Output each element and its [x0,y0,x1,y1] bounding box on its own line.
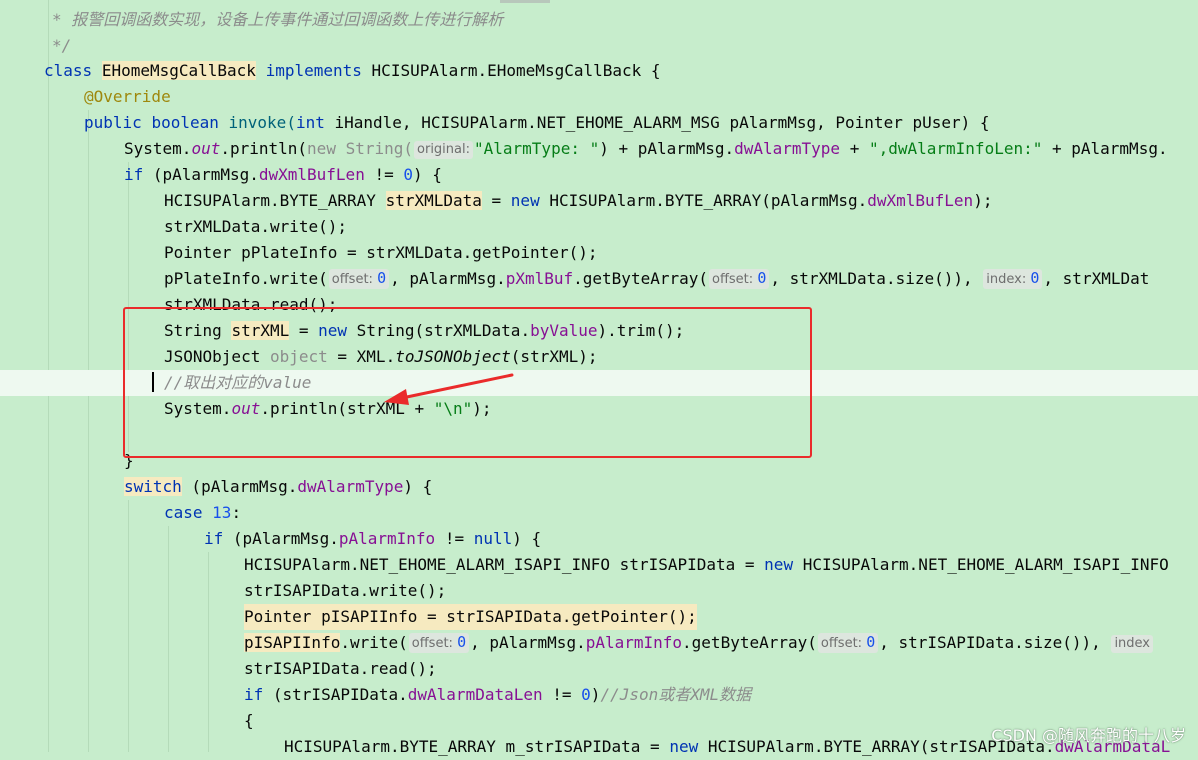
red-arrow-annotation [384,373,514,405]
parameter-hint: offset: 0 [328,269,390,289]
code-line[interactable]: strISAPIData.read(); [0,656,1198,682]
parameter-hint: offset: 0 [709,269,770,289]
code-line[interactable]: HCISUPAlarm.NET_EHOME_ALARM_ISAPI_INFO s… [0,552,1198,578]
code-line[interactable]: if (strISAPIData.dwAlarmDataLen != 0)//J… [0,682,1198,708]
code-line[interactable]: pISAPIInfo.write(offset: 0, pAlarmMsg.pA… [0,630,1198,656]
code-line[interactable]: strXMLData.write(); [0,214,1198,240]
code-line[interactable]: * 报警回调函数实现，设备上传事件通过回调函数上传进行解析 [0,7,1198,33]
code-line[interactable]: pPlateInfo.write(offset: 0, pAlarmMsg.pX… [0,266,1198,292]
code-line[interactable]: Pointer pPlateInfo = strXMLData.getPoint… [0,240,1198,266]
comment: */ [52,36,72,55]
class-name: EHomeMsgCallBack [101,61,256,80]
annotation: @Override [84,87,171,106]
code-line[interactable]: @Override [0,84,1198,110]
code-line[interactable]: class EHomeMsgCallBack implements HCISUP… [0,58,1198,84]
parameter-hint: original: [414,141,473,159]
code-line[interactable]: strISAPIData.write(); [0,578,1198,604]
watermark: CSDN @随风奔跑的十八岁 [991,726,1186,745]
code-line[interactable]: public boolean invoke(int iHandle, HCISU… [0,110,1198,136]
comment: * 报警回调函数实现，设备上传事件通过回调函数上传进行解析 [52,10,504,29]
code-line[interactable]: case 13: [0,500,1198,526]
code-line[interactable]: */ [0,33,1198,59]
code-line[interactable]: switch (pAlarmMsg.dwAlarmType) { [0,474,1198,500]
code-line[interactable]: if (pAlarmMsg.pAlarmInfo != null) { [0,526,1198,552]
parameter-hint: index: 0 [983,269,1043,289]
parameter-hint: offset: 0 [817,633,879,653]
parameter-hint: index [1111,635,1154,653]
editor-tab-indicator [500,0,550,3]
code-line[interactable]: Pointer pISAPIInfo = strISAPIData.getPoi… [0,604,1198,630]
code-line[interactable]: if (pAlarmMsg.dwXmlBufLen != 0) { [0,162,1198,188]
parameter-hint: offset: 0 [408,633,470,653]
code-line[interactable]: System.out.println(new String(original: "… [0,136,1198,162]
code-line[interactable]: HCISUPAlarm.BYTE_ARRAY strXMLData = new … [0,188,1198,214]
